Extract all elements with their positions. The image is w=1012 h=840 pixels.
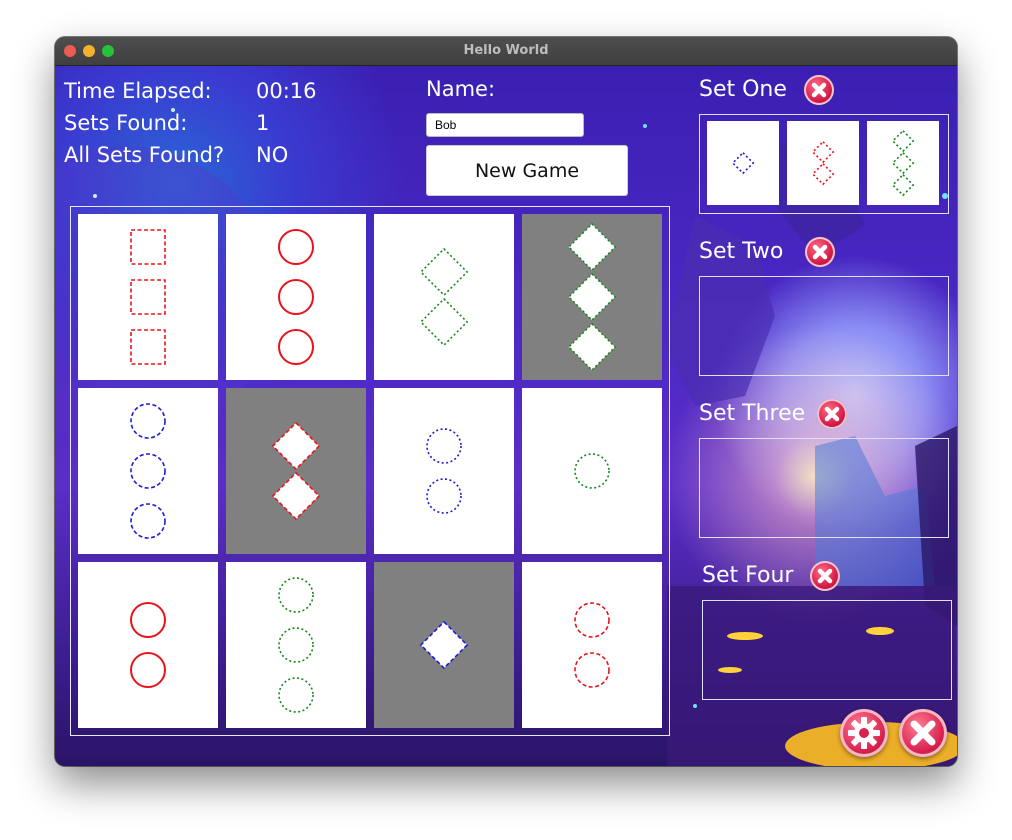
app-window: Hello World Time Elapsed: 00:16 Sets Fou… (55, 37, 957, 766)
set-box (699, 438, 949, 538)
set-title: Set Two (699, 239, 784, 264)
diamond-symbol (891, 151, 915, 175)
circle-symbol (130, 602, 166, 638)
card-symbols (130, 602, 166, 688)
square-symbol (130, 279, 166, 315)
card-symbols (278, 577, 314, 713)
board-card[interactable] (374, 214, 514, 380)
set-card (787, 121, 859, 205)
board-card[interactable] (226, 388, 366, 554)
board-card[interactable] (78, 388, 218, 554)
diamond-symbol (419, 297, 469, 347)
diamond-symbol (567, 222, 617, 272)
circle-symbol (130, 403, 166, 439)
name-label: Name: (426, 77, 496, 101)
remove-set-button[interactable] (810, 561, 840, 591)
board-card[interactable] (522, 562, 662, 728)
square-symbol (130, 229, 166, 265)
title-bar: Hello World (55, 37, 957, 66)
close-x-icon (811, 82, 827, 98)
card-symbols (567, 222, 617, 372)
settings-button[interactable] (840, 709, 888, 757)
circle-symbol (278, 329, 314, 365)
close-x-icon (824, 406, 840, 422)
all-sets-found-value: NO (256, 143, 289, 167)
card-symbols (426, 428, 462, 514)
circle-symbol (574, 652, 610, 688)
remove-set-button[interactable] (817, 399, 847, 429)
board-card[interactable] (78, 214, 218, 380)
card-symbols (278, 229, 314, 365)
quit-button[interactable] (899, 709, 947, 757)
card-symbols (731, 151, 755, 175)
diamond-symbol (271, 471, 321, 521)
sets-found-label: Sets Found: (64, 111, 188, 135)
close-x-icon (812, 244, 828, 260)
window-title: Hello World (463, 43, 549, 58)
diamond-symbol (567, 322, 617, 372)
board-card[interactable] (226, 562, 366, 728)
board-card[interactable] (78, 562, 218, 728)
card-symbols (271, 421, 321, 521)
set-box (702, 600, 952, 700)
sets-found-value: 1 (256, 111, 270, 135)
card-symbols (811, 140, 835, 186)
card-symbols (419, 620, 469, 670)
board-card[interactable] (374, 388, 514, 554)
remove-set-button[interactable] (805, 237, 835, 267)
game-area: Time Elapsed: 00:16 Sets Found: 1 All Se… (55, 66, 957, 766)
card-board (70, 206, 670, 736)
set-title: Set One (699, 77, 787, 102)
diamond-symbol (891, 129, 915, 153)
set-card (707, 121, 779, 205)
diamond-symbol (567, 272, 617, 322)
circle-symbol (130, 453, 166, 489)
circle-symbol (278, 229, 314, 265)
board-card[interactable] (374, 562, 514, 728)
all-sets-found-label: All Sets Found? (64, 143, 225, 167)
set-title: Set Three (699, 401, 806, 426)
new-game-button[interactable]: New Game (426, 145, 628, 196)
diamond-symbol (811, 162, 835, 186)
card-symbols (574, 453, 610, 489)
diamond-symbol (811, 140, 835, 164)
diamond-symbol (419, 620, 469, 670)
circle-symbol (278, 577, 314, 613)
close-x-icon (910, 720, 936, 746)
diamond-symbol (271, 421, 321, 471)
circle-symbol (574, 602, 610, 638)
circle-symbol (278, 279, 314, 315)
gear-icon (848, 717, 880, 749)
board-card[interactable] (522, 214, 662, 380)
card-symbols (891, 129, 915, 197)
time-elapsed-value: 00:16 (256, 79, 317, 103)
square-symbol (130, 329, 166, 365)
diamond-symbol (419, 247, 469, 297)
circle-symbol (130, 652, 166, 688)
remove-set-button[interactable] (804, 75, 834, 105)
circle-symbol (426, 478, 462, 514)
card-symbols (574, 602, 610, 688)
circle-symbol (426, 428, 462, 464)
card-symbols (130, 403, 166, 539)
circle-symbol (130, 503, 166, 539)
set-box (699, 114, 949, 214)
circle-symbol (278, 627, 314, 663)
set-title: Set Four (702, 563, 794, 588)
set-box (699, 276, 949, 376)
set-card (867, 121, 939, 205)
board-card[interactable] (522, 388, 662, 554)
diamond-symbol (891, 173, 915, 197)
time-elapsed-label: Time Elapsed: (64, 79, 212, 103)
name-input[interactable] (426, 113, 584, 137)
card-symbols (419, 247, 469, 347)
diamond-symbol (731, 151, 755, 175)
card-symbols (130, 229, 166, 365)
circle-symbol (278, 677, 314, 713)
board-card[interactable] (226, 214, 366, 380)
close-x-icon (817, 568, 833, 584)
circle-symbol (574, 453, 610, 489)
